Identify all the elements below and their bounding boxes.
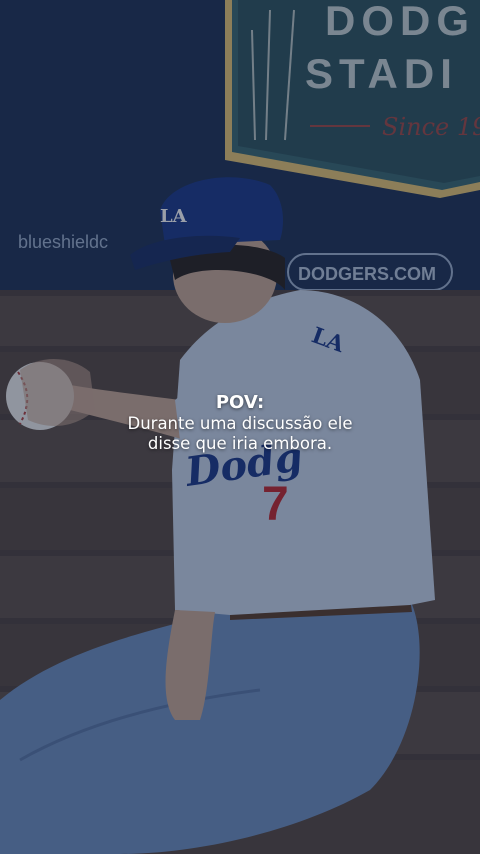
caption-line-2: disse que iria embora. <box>147 434 333 453</box>
caption: POV: Durante uma discussão ele disse que… <box>0 392 480 454</box>
caption-line-1: Durante uma discussão ele <box>127 414 353 433</box>
caption-title: POV: <box>215 392 265 413</box>
caption-body: Durante uma discussão ele disse que iria… <box>0 414 480 454</box>
